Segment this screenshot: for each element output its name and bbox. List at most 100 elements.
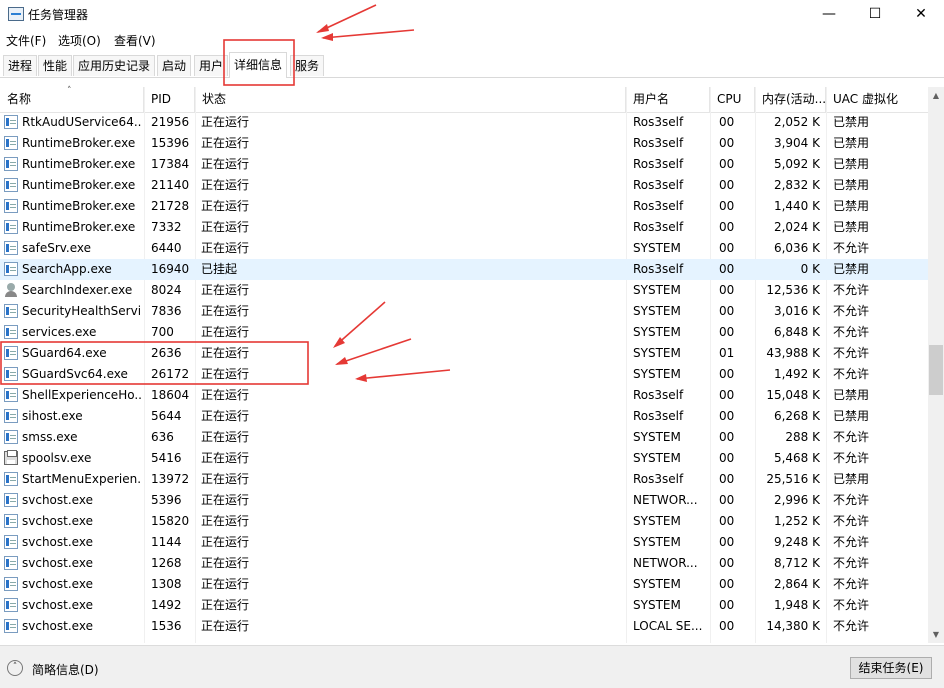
service-icon — [4, 472, 18, 486]
cell-status: 正在运行 — [201, 493, 250, 507]
cell-username: SYSTEM — [633, 241, 681, 255]
column-uac[interactable]: UAC 虚拟化 — [826, 87, 928, 112]
service-icon — [4, 346, 18, 360]
column-pid[interactable]: PID — [144, 87, 195, 112]
cell-memory: 2,832 K — [773, 178, 820, 192]
cell-cpu: 00 — [719, 115, 735, 129]
table-row[interactable]: svchost.exe 15820 正在运行 SYSTEM 00 1,252 K 不允许 — [0, 511, 928, 532]
cell-cpu: 00 — [719, 514, 735, 528]
menu-file[interactable]: 文件(F) — [6, 32, 46, 49]
table-row[interactable]: RuntimeBroker.exe 21140 正在运行 Ros3self 00 2,83… — [0, 175, 928, 196]
scroll-down-arrow-icon[interactable]: ▼ — [928, 626, 944, 643]
cell-memory: 1,252 K — [773, 514, 820, 528]
cell-uac: 不允许 — [833, 367, 870, 381]
table-row[interactable]: svchost.exe 1144 正在运行 SYSTEM 00 9,248 K 不允许 — [0, 532, 928, 553]
collapse-chevron-icon[interactable]: ˄ — [7, 660, 23, 676]
cell-cpu: 01 — [719, 346, 735, 360]
table-row[interactable]: spoolsv.exe 5416 正在运行 SYSTEM 00 5,468 K 不允许 — [0, 448, 928, 469]
table-row[interactable]: SecurityHealthServi... 7836 正在运行 SYSTEM 00 3,… — [0, 301, 928, 322]
cell-pid: 1144 — [151, 535, 182, 549]
maximize-button[interactable]: ☐ — [852, 0, 898, 30]
table-row[interactable]: svchost.exe 1308 正在运行 SYSTEM 00 2,864 K 不允许 — [0, 574, 928, 595]
tab-details[interactable]: 详细信息 — [229, 52, 288, 78]
table-row[interactable]: SGuardSvc64.exe 26172 正在运行 SYSTEM 00 1,492 K 不… — [0, 364, 928, 385]
cell-status: 正在运行 — [201, 115, 250, 129]
table-row[interactable]: safeSrv.exe 6440 正在运行 SYSTEM 00 6,036 K 不允许 — [0, 238, 928, 259]
tab-processes[interactable]: 进程 — [3, 55, 38, 76]
cell-cpu: 00 — [719, 283, 735, 297]
column-username[interactable]: 用户名 — [626, 87, 710, 112]
table-row[interactable]: SGuard64.exe 2636 正在运行 SYSTEM 01 43,988 K 不允许 — [0, 343, 928, 364]
cell-cpu: 00 — [719, 430, 735, 444]
cell-cpu: 00 — [719, 367, 735, 381]
tab-app-history[interactable]: 应用历史记录 — [73, 55, 156, 76]
table-row[interactable]: SearchIndexer.exe 8024 正在运行 SYSTEM 00 12,536 … — [0, 280, 928, 301]
end-task-button[interactable]: 结束任务(E) — [850, 657, 932, 679]
service-icon — [4, 367, 18, 381]
cell-pid: 7332 — [151, 220, 182, 234]
table-row[interactable]: RuntimeBroker.exe 15396 正在运行 Ros3self 00 3,90… — [0, 133, 928, 154]
table-row[interactable]: ShellExperienceHo... 18604 正在运行 Ros3self 00 1… — [0, 385, 928, 406]
table-row[interactable]: sihost.exe 5644 正在运行 Ros3self 00 6,268 K 已禁用 — [0, 406, 928, 427]
cell-memory: 6,268 K — [773, 409, 820, 423]
table-row[interactable]: SearchApp.exe 16940 已挂起 Ros3self 00 0 K 已禁用 — [0, 259, 928, 280]
cell-pid: 21728 — [151, 199, 190, 213]
cell-pid: 1308 — [151, 577, 182, 591]
cell-status: 正在运行 — [201, 136, 250, 150]
cell-uac: 不允许 — [833, 346, 870, 360]
fewer-details-link[interactable]: 简略信息(D) — [32, 661, 99, 678]
cell-pid: 17384 — [151, 157, 190, 171]
cell-status: 正在运行 — [201, 472, 250, 486]
column-status[interactable]: 状态 — [195, 87, 626, 112]
scroll-up-arrow-icon[interactable]: ▲ — [928, 87, 944, 104]
table-row[interactable]: svchost.exe 1536 正在运行 LOCAL SE... 00 14,380 K… — [0, 616, 928, 637]
close-button[interactable]: ✕ — [898, 0, 944, 30]
column-cpu[interactable]: CPU — [710, 87, 755, 112]
table-row[interactable]: RuntimeBroker.exe 21728 正在运行 Ros3self 00 1,44… — [0, 196, 928, 217]
column-name[interactable]: 名称 ˄ — [0, 86, 144, 112]
table-row[interactable]: svchost.exe 1268 正在运行 NETWOR... 00 8,712 K 不允许 — [0, 553, 928, 574]
cell-memory: 8,712 K — [773, 556, 820, 570]
tab-performance[interactable]: 性能 — [38, 55, 73, 76]
cell-uac: 不允许 — [833, 556, 870, 570]
table-row[interactable]: StartMenuExperien... 13972 正在运行 Ros3self 00 2… — [0, 469, 928, 490]
minimize-button[interactable]: — — [806, 0, 852, 30]
cell-name: SecurityHealthServi... — [22, 304, 142, 318]
cell-cpu: 00 — [719, 409, 735, 423]
cell-status: 正在运行 — [201, 283, 250, 297]
task-manager-icon — [8, 7, 24, 21]
scrollbar-thumb[interactable] — [929, 345, 943, 395]
table-row[interactable]: smss.exe 636 正在运行 SYSTEM 00 288 K 不允许 — [0, 427, 928, 448]
table-row[interactable]: RuntimeBroker.exe 17384 正在运行 Ros3self 00 5,09… — [0, 154, 928, 175]
table-row[interactable]: RtkAudUService64.... 21956 正在运行 Ros3self 00 2… — [0, 112, 928, 133]
service-icon — [4, 430, 18, 444]
cell-uac: 不允许 — [833, 283, 870, 297]
cell-pid: 5644 — [151, 409, 182, 423]
table-row[interactable]: services.exe 700 正在运行 SYSTEM 00 6,848 K 不允许 — [0, 322, 928, 343]
cell-uac: 已禁用 — [833, 199, 870, 213]
vertical-scrollbar[interactable]: ▲ ▼ — [928, 87, 944, 643]
table-row[interactable]: RuntimeBroker.exe 7332 正在运行 Ros3self 00 2,024… — [0, 217, 928, 238]
column-memory[interactable]: 内存(活动... — [755, 87, 826, 112]
cell-username: NETWOR... — [633, 493, 698, 507]
cell-name: RuntimeBroker.exe — [22, 220, 136, 234]
table-row[interactable]: svchost.exe 1492 正在运行 SYSTEM 00 1,948 K 不允许 — [0, 595, 928, 616]
service-icon — [4, 325, 18, 339]
menu-view[interactable]: 查看(V) — [114, 32, 156, 49]
cell-status: 正在运行 — [201, 514, 250, 528]
tab-services[interactable]: 服务 — [290, 55, 325, 76]
cell-status: 正在运行 — [201, 199, 250, 213]
cell-pid: 16940 — [151, 262, 190, 276]
menu-options[interactable]: 选项(O) — [58, 32, 101, 49]
tab-startup[interactable]: 启动 — [157, 55, 192, 76]
cell-username: Ros3self — [633, 388, 684, 402]
cell-status: 正在运行 — [201, 157, 250, 171]
cell-memory: 5,468 K — [773, 451, 820, 465]
cell-status: 已挂起 — [201, 262, 238, 276]
table-row[interactable]: svchost.exe 5396 正在运行 NETWOR... 00 2,996 K 不允许 — [0, 490, 928, 511]
cell-memory: 3,904 K — [773, 136, 820, 150]
process-table: RtkAudUService64.... 21956 正在运行 Ros3self 00 2… — [0, 112, 928, 643]
cell-status: 正在运行 — [201, 346, 250, 360]
menu-bar: 文件(F) 选项(O) 查看(V) — [0, 30, 944, 50]
tab-users[interactable]: 用户 — [194, 55, 229, 76]
